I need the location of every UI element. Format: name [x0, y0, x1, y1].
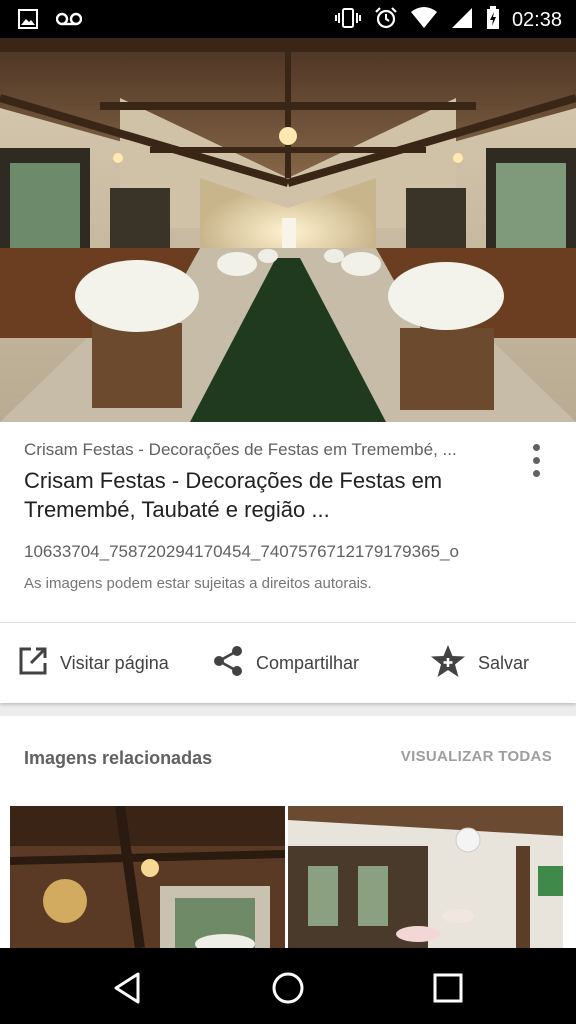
share-button[interactable]: Compartilhar [212, 645, 359, 681]
home-button[interactable] [268, 968, 308, 1008]
related-thumbnail[interactable] [10, 806, 285, 948]
signal-icon [450, 6, 474, 35]
open-in-new-icon [18, 646, 48, 681]
alarm-icon [374, 6, 398, 35]
action-bar: Visitar página Compartilhar Salvar [0, 622, 576, 703]
related-images-title: Imagens relacionadas [24, 748, 213, 768]
result-title[interactable]: Crisam Festas - Decorações de Festas em … [24, 466, 514, 524]
image-filename: 10633704_758720294170454_740757671217917… [24, 542, 459, 561]
visit-page-label: Visitar página [60, 652, 169, 673]
copyright-notice: As imagens podem estar sujeitas a direit… [24, 575, 372, 592]
visit-page-button[interactable]: Visitar página [18, 645, 169, 681]
source-text: Crisam Festas - Decorações de Festas em … [24, 440, 457, 459]
clock-time: 02:38 [511, 9, 562, 31]
back-triangle-icon [114, 972, 140, 1004]
share-label: Compartilhar [256, 652, 360, 673]
share-icon [212, 645, 244, 682]
view-all-button[interactable]: VISUALIZAR TODAS [401, 748, 552, 765]
home-circle-icon [272, 972, 304, 1004]
navigation-bar [0, 948, 576, 1024]
voicemail-icon [55, 11, 83, 32]
hero-image[interactable] [0, 38, 576, 422]
status-bar: 02:38 [0, 0, 576, 38]
star-add-icon [430, 644, 466, 683]
image-notification-icon [18, 9, 38, 34]
save-label: Salvar [478, 652, 530, 673]
battery-charging-icon [486, 6, 500, 35]
result-info-card: Crisam Festas - Decorações de Festas em … [0, 422, 576, 622]
more-options-icon[interactable] [520, 444, 552, 484]
recents-button[interactable] [428, 968, 468, 1008]
recents-square-icon [433, 973, 463, 1003]
vibrate-icon [334, 6, 362, 35]
wifi-icon [410, 6, 438, 35]
related-thumbnail-image [288, 806, 563, 948]
save-button[interactable]: Salvar [430, 644, 530, 683]
chapel-photo [0, 38, 576, 422]
related-images-section: Imagens relacionadas VISUALIZAR TODAS [0, 716, 576, 948]
related-thumbnail-image [10, 806, 285, 948]
related-thumbnail[interactable] [288, 806, 563, 948]
back-button[interactable] [108, 968, 148, 1008]
